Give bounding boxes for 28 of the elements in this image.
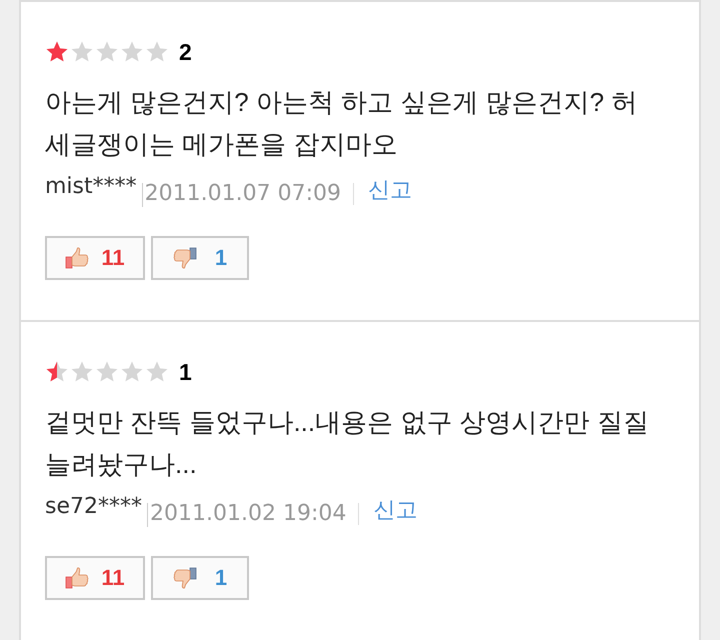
star-icon [145,40,169,64]
thumbs-down-icon [172,247,197,269]
star-icon [45,360,69,384]
rating-score: 2 [179,40,192,64]
star-icon [95,360,119,384]
review-text: 아는게 많은건지? 아는척 하고 싶은게 많은건지? 허세글쟁이는 메가폰을 잡지마오 [45,86,638,161]
review-date: 2011.01.02 19:04 [150,500,346,528]
review-date: 2011.01.07 07:09 [144,180,341,208]
thumbs-down-icon [172,567,197,589]
star-icon [70,360,94,384]
star-icon [145,360,169,384]
thumbs-up-icon [65,567,90,589]
like-button[interactable]: 11 [45,236,145,280]
author-name: mist**** [45,173,137,201]
star-icon [120,40,144,64]
dislike-button[interactable]: 1 [151,556,249,600]
star-icon [120,360,144,384]
star-icon [45,40,69,64]
report-link[interactable]: 신고 [368,176,412,206]
star-icon [70,40,94,64]
review-text: 겉멋만 잔뜩 들었구나...내용은 없구 상영시간만 질질 늘려놨구나... [45,406,650,481]
star-icon [95,40,119,64]
thumbs-up-icon [65,247,90,269]
rating-score: 1 [179,360,192,384]
dislike-button[interactable]: 1 [151,236,249,280]
report-link[interactable]: 신고 [373,496,418,526]
author-name: se72**** [45,493,142,521]
like-button[interactable]: 11 [45,556,145,600]
